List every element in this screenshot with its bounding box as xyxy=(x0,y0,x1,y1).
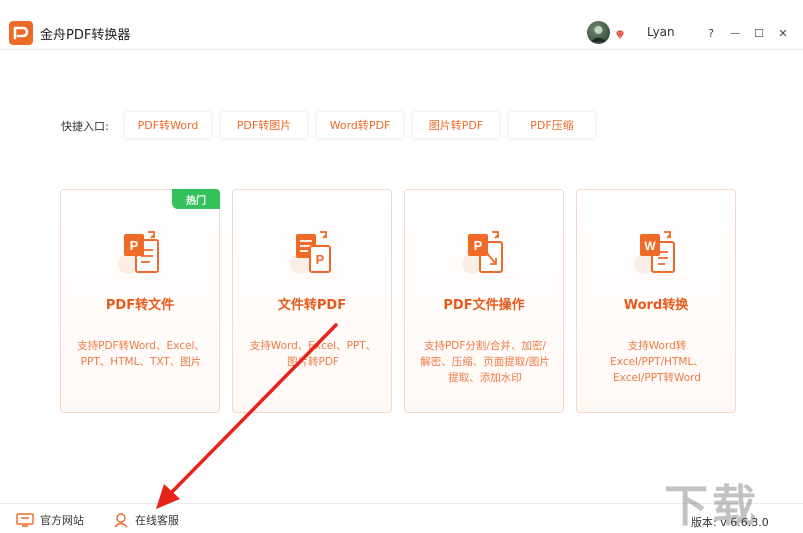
close-icon: ✕ xyxy=(778,26,788,40)
file-to-pdf-icon: P xyxy=(288,228,340,280)
support-agent-icon xyxy=(114,513,128,528)
app-logo-icon xyxy=(9,21,33,45)
card-pdf-to-file[interactable]: 热门 P PDF转文件 支持PDF转Word、Excel、PPT、HTML、TX… xyxy=(60,189,220,413)
online-support-link[interactable]: 在线客服 xyxy=(113,512,179,528)
official-website-link[interactable]: 官方网站 xyxy=(16,512,84,528)
word-convert-icon: W xyxy=(632,228,684,280)
card-title: 文件转PDF xyxy=(277,298,347,313)
card-description: 支持Word、Excel、PPT、图片转PDF xyxy=(249,340,377,368)
monitor-icon xyxy=(16,513,34,527)
card-description: 支持PDF分割/合并、加密/解密、压缩、页面提取/图片提取、添加水印 xyxy=(420,340,550,384)
svg-text:P: P xyxy=(130,238,139,253)
svg-text:P: P xyxy=(316,252,325,267)
official-website-label: 官方网站 xyxy=(40,514,84,527)
app-title: 金舟PDF转换器 xyxy=(40,28,131,43)
username[interactable]: Lyan xyxy=(647,25,675,39)
card-description: 支持Word转Excel/PPT/HTML、Excel/PPT转Word xyxy=(610,340,704,384)
quick-pdf-to-word-button[interactable]: PDF转Word xyxy=(124,111,212,139)
quick-entry-label: 快捷入口: xyxy=(61,120,109,133)
online-support-label: 在线客服 xyxy=(135,514,179,527)
quick-image-to-pdf-button[interactable]: 图片转PDF xyxy=(412,111,500,139)
user-avatar[interactable] xyxy=(587,21,610,44)
card-file-to-pdf[interactable]: P 文件转PDF 支持Word、Excel、PPT、图片转PDF xyxy=(232,189,392,413)
svg-text:P: P xyxy=(474,238,483,253)
maximize-icon: ☐ xyxy=(754,26,764,40)
card-word-convert[interactable]: W Word转换 支持Word转Excel/PPT/HTML、Excel/PPT… xyxy=(576,189,736,413)
help-icon: ? xyxy=(708,26,714,40)
hot-badge: 热门 xyxy=(172,189,220,209)
card-pdf-operation[interactable]: P PDF文件操作 支持PDF分割/合并、加密/解密、压缩、页面提取/图片提取、… xyxy=(404,189,564,413)
minimize-button[interactable]: — xyxy=(727,25,743,41)
version-label: 版本: v 6.6.3.0 xyxy=(691,516,769,529)
svg-text:W: W xyxy=(644,239,656,253)
card-title: Word转换 xyxy=(623,298,689,313)
card-title: PDF文件操作 xyxy=(443,298,525,313)
help-button[interactable]: ? xyxy=(703,25,719,41)
card-description: 支持PDF转Word、Excel、PPT、HTML、TXT、图片 xyxy=(77,340,205,368)
minimize-icon: — xyxy=(730,27,740,39)
card-title: PDF转文件 xyxy=(105,298,175,313)
quick-pdf-compress-button[interactable]: PDF压缩 xyxy=(508,111,596,139)
vip-gem-icon[interactable] xyxy=(614,26,626,40)
quick-pdf-to-image-button[interactable]: PDF转图片 xyxy=(220,111,308,139)
maximize-button[interactable]: ☐ xyxy=(751,25,767,41)
close-button[interactable]: ✕ xyxy=(775,25,791,41)
pdf-to-file-icon: P xyxy=(116,228,168,280)
footer-bar: 官方网站 在线客服 版本: v 6.6.3.0 xyxy=(0,503,803,533)
quick-word-to-pdf-button[interactable]: Word转PDF xyxy=(316,111,404,139)
pdf-operation-icon: P xyxy=(460,228,512,280)
title-bar: 金舟PDF转换器 Lyan ? — ☐ ✕ xyxy=(0,0,803,50)
